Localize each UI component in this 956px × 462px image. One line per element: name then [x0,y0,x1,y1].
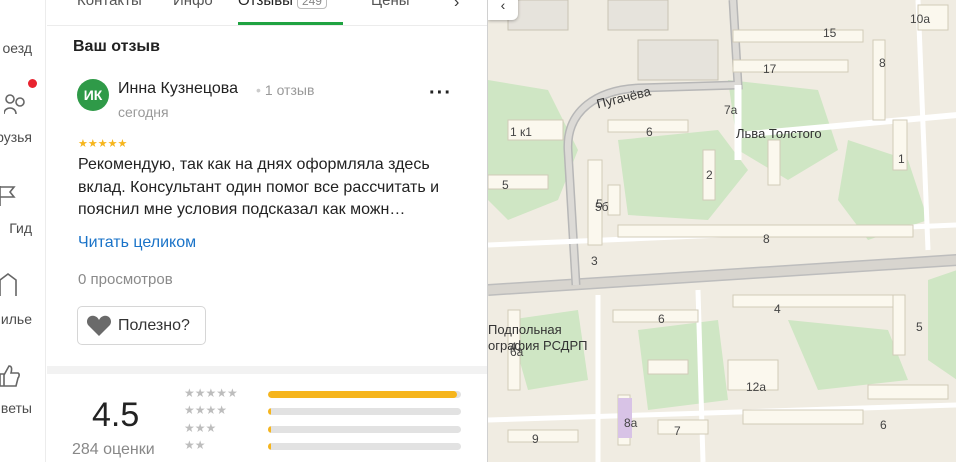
section-title: Ваш отзыв [73,38,160,55]
rating-distribution-stars: ★★★★★ [184,386,238,400]
more-options-icon[interactable]: ··· [429,82,452,105]
collapse-panel-button[interactable]: ‹ [488,0,518,20]
nav-item-label: илье [0,311,32,327]
useful-button[interactable]: Полезно? [77,306,206,345]
nav-item-label: оезд [2,40,32,56]
house-number-label: 17 [763,62,777,76]
poi-label: ография РСДРП [488,338,588,353]
house-number-label: 8 [879,56,886,70]
heart-icon [86,315,112,336]
house-number-label: 1 к1 [510,125,532,139]
guide-icon [0,186,16,206]
rating-distribution-fill [268,391,458,398]
tab-info[interactable]: Инфо [173,0,213,9]
house-number-label: 7 [674,424,681,438]
section-divider [47,366,487,374]
housing-icon [0,273,17,296]
house-number-label: 10а [910,12,931,26]
friends-icon [4,94,25,115]
house-number-label: 6 [646,125,653,139]
rating-distribution-stars: ★★★★ [184,403,228,417]
house-number-label: 7а [724,103,738,117]
avatar[interactable]: ИК [77,79,109,111]
thumbs-up-icon [0,365,20,387]
map-industrial [507,0,719,81]
tab-reviews-count: 249 [296,0,327,9]
review-author[interactable]: Инна Кузнецова [118,80,238,98]
house-number-label: 8а [624,416,638,430]
read-more-link[interactable]: Читать целиком [78,234,196,252]
house-number-label: 9 [532,432,539,446]
rating-distribution-fill [268,408,271,415]
review-text: Рекомендую, так как на днях оформляла зд… [78,156,440,218]
house-number-label: 3 [591,254,598,268]
house-number-label: 8 [763,232,770,246]
chevron-right-icon[interactable]: › [454,0,459,12]
tab-contacts[interactable]: Контакты [77,0,142,9]
tab-reviews-label: Отзывы [238,0,293,9]
house-number-label: 4 [510,340,517,354]
house-number-label: 6 [658,312,665,326]
poi-label: Подпольная [488,322,562,337]
side-nav: оезд рузья Гид илье в [0,0,46,462]
author-review-count: • 1 отзыв [256,82,315,98]
house-number-label: 15 [823,26,837,40]
house-number-label: 5 [916,320,923,334]
tab-bar: Контакты Инфо Отзывы 249 Цены › [47,0,487,26]
nav-item-housing[interactable]: илье [0,272,46,327]
rating-distribution-fill [268,443,271,450]
house-number-label: 5 [502,178,509,192]
author-review-count-text: 1 отзыв [264,82,315,98]
app-root: оезд рузья Гид илье в [0,0,956,462]
house-number-label: 2 [706,168,713,182]
org-panel: Контакты Инфо Отзывы 249 Цены › Ваш отзыв… [47,0,487,462]
nav-item-guide[interactable]: Гид [0,184,46,236]
review-views: 0 просмотров [78,271,173,288]
rating-distribution-stars: ★★ [184,438,206,452]
useful-button-label: Полезно? [118,316,190,334]
nav-item-label: Гид [9,220,32,236]
rating-distribution-bar [268,426,461,433]
house-number-label: 6 [880,418,887,432]
review-rating-stars: ★★★★★ [78,138,128,150]
nav-item-tips[interactable]: веты [0,364,46,416]
rating-score: 4.5 [92,396,140,434]
nav-item-label: рузья [0,129,32,145]
rating-count: 284 оценки [72,441,155,458]
rating-distribution-bar [268,408,461,415]
tab-prices[interactable]: Цены [371,0,410,9]
house-number-label: 1 [898,152,905,166]
street-label: Льва Толстого [736,126,822,141]
house-number-label: 12а [746,380,767,394]
notification-dot [28,79,37,88]
rating-distribution-bar [268,391,461,398]
tab-reviews[interactable]: Отзывы 249 [238,0,327,9]
rating-distribution-bar [268,443,461,450]
nav-item-label: веты [0,400,32,416]
house-number-label: 5б [595,200,609,214]
map-view[interactable]: ‹ Пугачёва Льва Толстого Подпольная огра… [487,0,956,462]
review-date: сегодня [118,104,169,120]
house-number-label: 4 [774,302,781,316]
rating-distribution-stars: ★★★ [184,421,217,435]
rating-distribution-fill [268,426,271,433]
nav-item-friends[interactable]: рузья [0,92,46,145]
active-tab-indicator [238,22,343,25]
